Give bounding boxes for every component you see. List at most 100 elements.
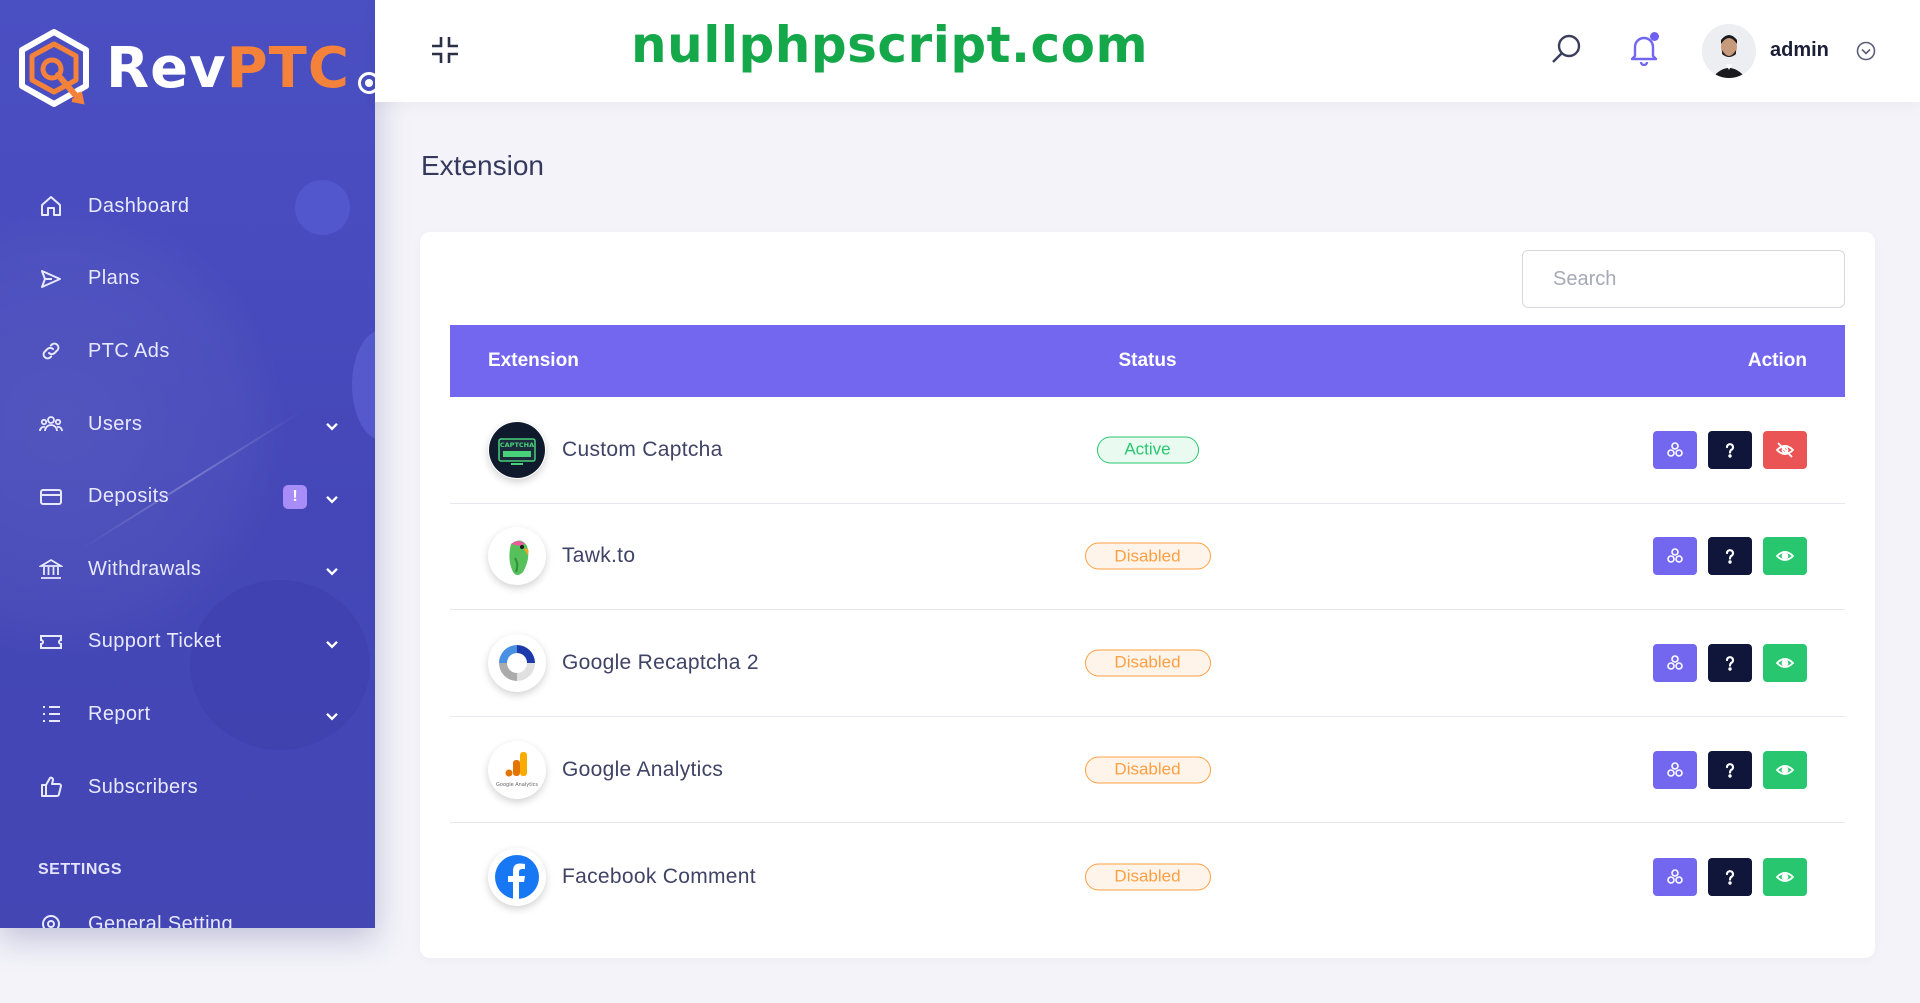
enable-button[interactable] bbox=[1763, 643, 1807, 682]
avatar[interactable] bbox=[1702, 24, 1756, 78]
status-badge: Disabled bbox=[1084, 863, 1211, 891]
list-icon bbox=[38, 701, 64, 727]
sidebar-item-ptc-ads[interactable]: PTC Ads bbox=[0, 315, 375, 388]
eye-icon bbox=[1776, 551, 1794, 562]
sidebar-item-report[interactable]: Report bbox=[0, 678, 375, 751]
chevron-down-circle-icon[interactable] bbox=[1855, 40, 1877, 62]
extension-name: Google Recaptcha 2 bbox=[562, 650, 759, 674]
configure-button[interactable] bbox=[1653, 750, 1697, 789]
thumbs-up-icon bbox=[38, 774, 64, 800]
svg-text:Google Analytics: Google Analytics bbox=[496, 782, 538, 788]
question-icon bbox=[1725, 869, 1735, 885]
sidebar-item-general-setting[interactable]: General Setting bbox=[0, 888, 375, 928]
extension-name: Tawk.to bbox=[562, 544, 636, 568]
help-button[interactable] bbox=[1708, 430, 1752, 469]
page-title: Extension bbox=[421, 150, 544, 181]
brand-name-part2: PTC bbox=[226, 36, 350, 101]
help-button[interactable] bbox=[1708, 537, 1752, 576]
user-avatar-icon bbox=[1702, 24, 1756, 78]
sidebar-item-label: General Setting bbox=[88, 912, 233, 929]
ticket-icon bbox=[38, 629, 64, 655]
disable-button[interactable] bbox=[1763, 430, 1807, 469]
enable-button[interactable] bbox=[1763, 750, 1807, 789]
sidebar-item-label: Support Ticket bbox=[88, 630, 222, 653]
cogs-icon bbox=[1667, 441, 1683, 457]
question-icon bbox=[1725, 762, 1735, 778]
status-badge: Disabled bbox=[1084, 756, 1211, 784]
recaptcha-logo-icon bbox=[488, 633, 546, 692]
facebook-logo-icon bbox=[488, 847, 546, 906]
collapse-icon[interactable] bbox=[430, 35, 460, 65]
row-actions bbox=[1653, 430, 1807, 469]
topbar: nullphpscript.com admin bbox=[375, 0, 1920, 102]
site-watermark-text: nullphpscript.com bbox=[631, 16, 1149, 74]
sidebar-item-label: Report bbox=[88, 702, 151, 725]
sidebar-item-label: Users bbox=[88, 412, 143, 435]
sidebar-section-title: SETTINGS bbox=[38, 861, 123, 878]
notification-dot bbox=[1650, 32, 1659, 41]
cogs-icon bbox=[1667, 548, 1683, 564]
cogs-icon bbox=[1667, 761, 1683, 777]
credit-card-icon bbox=[38, 484, 64, 510]
home-icon bbox=[38, 193, 64, 219]
question-icon bbox=[1725, 656, 1735, 671]
help-button[interactable] bbox=[1708, 643, 1752, 682]
brand-logo[interactable]: RevPTC bbox=[14, 28, 375, 110]
chevron-down-icon bbox=[326, 495, 338, 504]
table-row: Facebook Comment Disabled bbox=[450, 823, 1845, 930]
enable-button[interactable] bbox=[1763, 537, 1807, 576]
bank-icon bbox=[38, 556, 64, 582]
sidebar-item-users[interactable]: Users bbox=[0, 388, 375, 461]
configure-button[interactable] bbox=[1653, 643, 1697, 682]
status-badge: Disabled bbox=[1084, 649, 1211, 677]
sidebar-item-label: PTC Ads bbox=[88, 339, 170, 362]
brand-name-part1: Rev bbox=[106, 36, 227, 101]
table-header: Extension Status Action bbox=[450, 325, 1845, 397]
table-row: Tawk.to Disabled bbox=[450, 504, 1845, 611]
search-icon[interactable] bbox=[1550, 32, 1584, 66]
sidebar-menu: Dashboard Plans PTC Ads Users Deposits !… bbox=[0, 170, 375, 823]
extensions-card: Extension Status Action CAPTCHA Custom C… bbox=[420, 232, 1875, 958]
table-row: Google Analytics Google Analytics Disabl… bbox=[450, 717, 1845, 824]
sidebar-item-label: Plans bbox=[88, 267, 141, 290]
captcha-logo-icon: CAPTCHA bbox=[488, 420, 546, 479]
svg-text:CAPTCHA: CAPTCHA bbox=[500, 441, 534, 449]
status-badge: Disabled bbox=[1084, 542, 1211, 570]
column-header-action: Action bbox=[1747, 350, 1807, 371]
row-actions bbox=[1653, 537, 1807, 576]
extension-name: Facebook Comment bbox=[562, 864, 756, 888]
configure-button[interactable] bbox=[1653, 430, 1697, 469]
row-actions bbox=[1653, 857, 1807, 896]
extension-name: Google Analytics bbox=[562, 757, 724, 781]
link-icon bbox=[38, 338, 64, 364]
question-icon bbox=[1725, 442, 1735, 458]
enable-button[interactable] bbox=[1763, 857, 1807, 896]
eye-slash-icon bbox=[1776, 442, 1794, 458]
eye-icon bbox=[1776, 871, 1794, 882]
user-name[interactable]: admin bbox=[1770, 39, 1829, 62]
sidebar-item-subscribers[interactable]: Subscribers bbox=[0, 751, 375, 824]
notification-button[interactable] bbox=[1627, 32, 1661, 67]
sidebar-item-plans[interactable]: Plans bbox=[0, 243, 375, 316]
search-input[interactable] bbox=[1522, 250, 1845, 308]
pending-alert-badge: ! bbox=[283, 484, 307, 509]
sidebar-item-withdrawals[interactable]: Withdrawals bbox=[0, 533, 375, 606]
table-row: CAPTCHA Custom Captcha Active bbox=[450, 397, 1845, 504]
table-row: Google Recaptcha 2 Disabled bbox=[450, 610, 1845, 717]
status-badge: Active bbox=[1096, 436, 1199, 464]
brand-dot-icon bbox=[357, 72, 375, 94]
brand-name: RevPTC bbox=[106, 41, 350, 97]
help-button[interactable] bbox=[1708, 857, 1752, 896]
analytics-logo-icon: Google Analytics bbox=[488, 740, 546, 799]
cogs-icon bbox=[1667, 868, 1683, 884]
sidebar-item-support-ticket[interactable]: Support Ticket bbox=[0, 606, 375, 679]
configure-button[interactable] bbox=[1653, 857, 1697, 896]
sidebar-item-dashboard[interactable]: Dashboard bbox=[0, 170, 375, 243]
configure-button[interactable] bbox=[1653, 537, 1697, 576]
sidebar-item-deposits[interactable]: Deposits ! bbox=[0, 460, 375, 533]
extension-name: Custom Captcha bbox=[562, 437, 723, 461]
chevron-down-icon bbox=[326, 713, 338, 721]
sidebar: RevPTC Dashboard Plans PTC Ads Users Dep… bbox=[0, 0, 375, 928]
row-actions bbox=[1653, 643, 1807, 682]
help-button[interactable] bbox=[1708, 750, 1752, 789]
